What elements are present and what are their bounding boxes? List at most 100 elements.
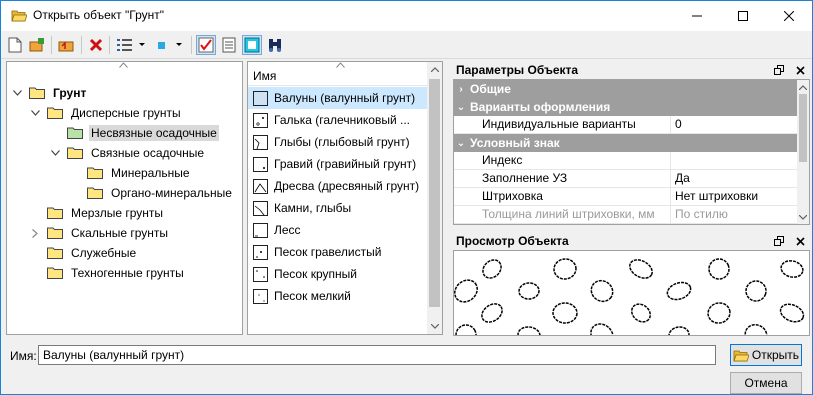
chevron-down-icon[interactable] [11,87,23,99]
color-dropdown[interactable] [154,35,186,55]
prop-row-fill[interactable]: Заполнение УЗ Да [454,170,799,188]
boulder-shape [630,303,652,323]
name-label: Имя: [10,349,37,363]
collapse-arrow-icon[interactable]: ⌄ [454,102,468,113]
folder-icon [47,247,63,259]
highlight-icon [244,37,260,53]
list-scroll-thumb[interactable] [429,79,440,307]
up-folder-button[interactable] [56,35,76,55]
add-folder-icon [29,38,44,52]
prop-row-line-width[interactable]: Толщина линий штриховки, мм По стилю [454,206,799,224]
scroll-up-icon[interactable] [427,62,442,77]
toolbar [1,32,812,59]
minimize-button[interactable] [674,1,720,31]
new-doc-icon [8,37,22,53]
scroll-down-icon[interactable] [797,210,809,225]
category-design[interactable]: ⌄ Варианты оформления [454,98,799,116]
list-item[interactable]: Глыбы (глыбовый грунт) [248,131,428,153]
maximize-button[interactable] [720,1,766,31]
cancel-button[interactable]: Отмена [730,372,802,394]
chevron-down-icon[interactable] [29,107,41,119]
properties-scrollbar[interactable] [797,80,809,224]
list-item-label: Гравий (гравийный грунт) [274,157,417,171]
pane-float-button[interactable] [772,234,786,248]
list-item[interactable]: Песок гравелистый [248,241,428,263]
pane-float-button[interactable] [772,63,786,77]
scroll-up-icon[interactable] [797,80,809,95]
properties-title: Параметры Объекта [453,61,810,79]
list-item[interactable]: Лесс [248,219,428,241]
open-button[interactable]: Открыть [730,344,802,366]
list-item-label: Дресва (дресвяный грунт) [274,179,420,193]
boulder-shape [481,303,503,323]
boulder-shape [745,280,767,302]
prop-row-individual[interactable]: Индивидуальные варианты 0 [454,116,799,134]
tree-item[interactable]: Грунт [11,83,88,103]
scroll-down-icon[interactable] [427,319,442,334]
close-button[interactable] [766,1,812,31]
folder-icon [47,267,63,279]
expand-arrow-icon[interactable]: › [454,84,468,95]
list-item[interactable]: Валуны (валунный грунт) [248,87,428,109]
hatch-swatch-icon [253,134,268,150]
view-mode-dropdown[interactable] [114,35,148,55]
list-item[interactable]: Дресва (дресвяный грунт) [248,175,428,197]
category-general[interactable]: › Общие [454,80,799,98]
highlight-button[interactable] [242,35,262,55]
tree-item-label: Органо-минеральные [111,186,232,200]
category-symbol[interactable]: ⌄ Условный знак [454,134,799,152]
list-item[interactable]: Камни, глыбы [248,197,428,219]
restore-icon [774,236,784,246]
hatch-swatch-icon [253,90,268,106]
folder-icon [47,227,63,239]
open-folder-icon [733,350,749,361]
list-item[interactable]: Галька (галечниковый ... [248,109,428,131]
tree-item[interactable]: Органо-минеральные [69,183,234,203]
view-list-icon [117,39,145,51]
tree-item[interactable]: Несвязные осадочные [49,123,219,143]
find-button[interactable] [265,35,285,55]
prop-row-hatch[interactable]: Штриховка Нет штриховки [454,188,799,206]
add-folder-button[interactable] [27,35,47,55]
boulder-shape [553,258,577,280]
list-item[interactable]: Песок крупный [248,263,428,285]
tree-item-label: Минеральные [111,166,190,180]
list-scrollbar[interactable] [427,62,442,334]
check-button[interactable] [196,35,216,55]
tree-item[interactable]: Минеральные [69,163,192,183]
chevron-down-icon[interactable] [49,147,61,159]
pane-close-button[interactable] [793,63,807,77]
boulder-shape [517,326,541,335]
new-button[interactable] [5,35,25,55]
list-item-label: Галька (галечниковый ... [274,113,411,127]
text-view-button[interactable] [219,35,239,55]
prop-row-index[interactable]: Индекс [454,152,799,170]
tree-item[interactable]: Скальные грунты [29,223,170,243]
tree-item[interactable]: Мерзлые грунты [29,203,165,223]
tree-item[interactable]: Дисперсные грунты [29,103,183,123]
sort-caret-icon [336,62,345,68]
list-item[interactable]: Песок мелкий [248,285,428,307]
chevron-right-icon[interactable] [29,227,41,239]
object-list[interactable]: Имя Валуны (валунный грунт) Галька (галеч… [247,61,443,335]
category-tree[interactable]: Грунт Дисперсные грунты Несвязные осадочны… [6,61,243,335]
folder-icon [47,107,63,119]
list-item[interactable]: Гравий (гравийный грунт) [248,153,428,175]
list-item-label: Песок гравелистый [274,245,382,259]
tree-item[interactable]: Служебные [29,243,138,263]
color-square-icon [158,42,182,49]
pane-close-button[interactable] [793,234,807,248]
tree-item-label: Дисперсные грунты [71,106,181,120]
tree-item[interactable]: Связные осадочные [49,143,206,163]
close-icon [795,236,805,246]
tree-item-label: Скальные грунты [71,226,169,240]
tree-item-label: Мерзлые грунты [71,206,164,220]
tree-item[interactable]: Техногенные грунты [29,263,186,283]
name-field[interactable]: Валуны (валунный грунт) [38,345,716,365]
delete-button[interactable] [86,35,106,55]
collapse-arrow-icon[interactable]: ⌄ [454,138,468,149]
properties-scroll-thumb[interactable] [799,94,807,162]
tree-item-label: Связные осадочные [91,146,205,160]
properties-grid[interactable]: › Общие ⌄ Варианты оформления Индивидуал… [453,79,810,225]
hatch-swatch-icon [253,156,268,172]
